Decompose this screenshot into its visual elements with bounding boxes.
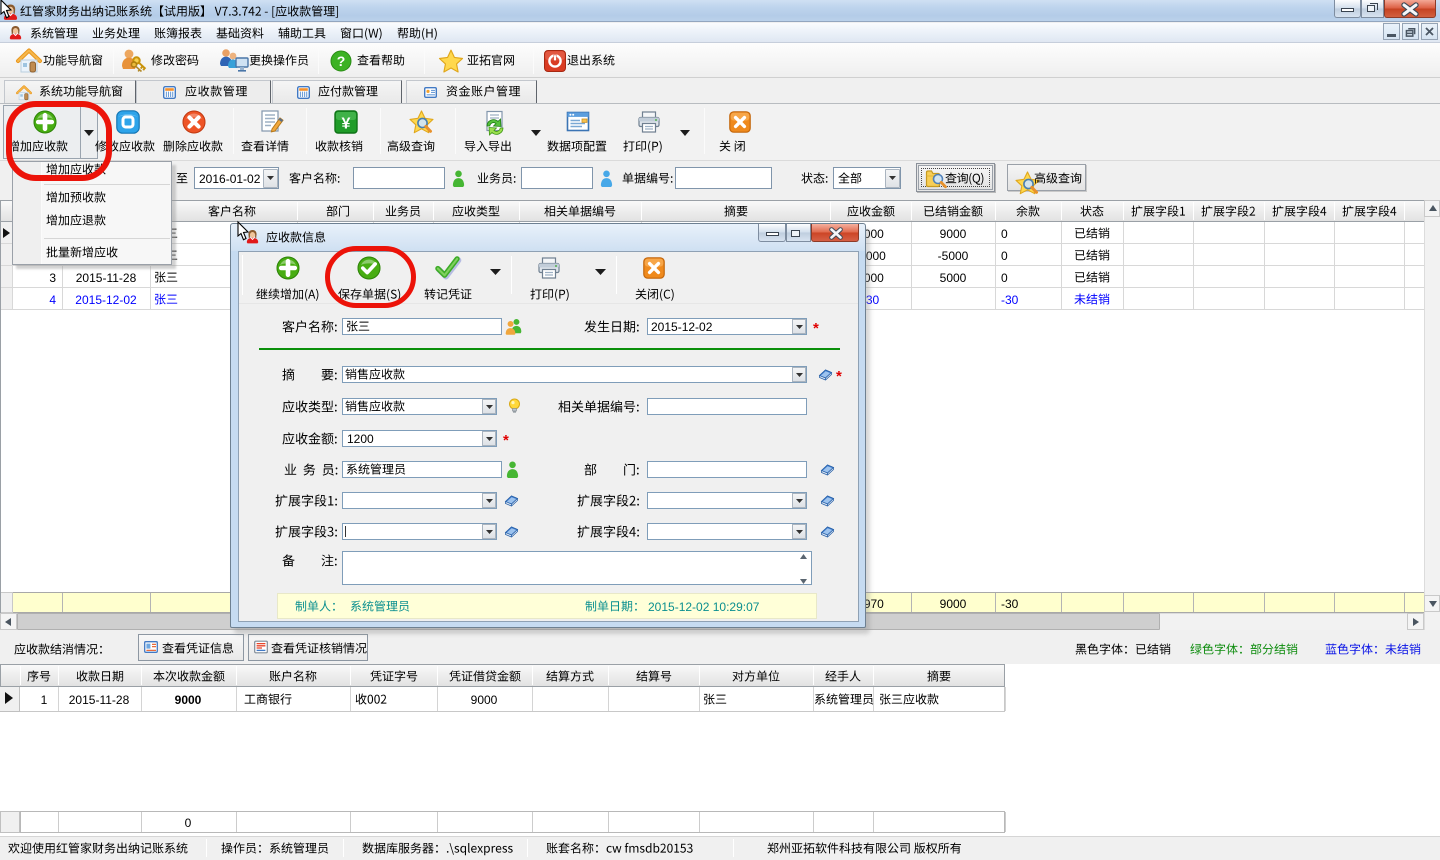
svg-text:?: ? xyxy=(337,53,346,69)
svg-text:¥: ¥ xyxy=(342,116,351,133)
